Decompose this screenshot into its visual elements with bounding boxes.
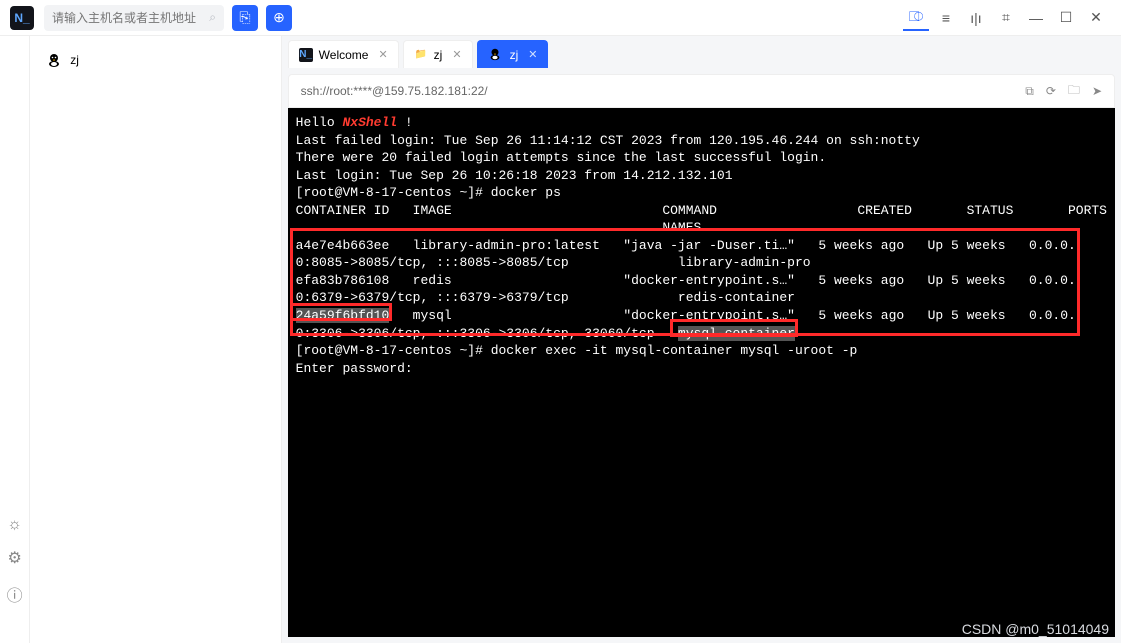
send-icon[interactable]: ➤	[1092, 84, 1102, 98]
host-search-input[interactable]	[52, 11, 209, 25]
host-search[interactable]: ⌕	[44, 5, 224, 31]
nxshell-icon: N_	[299, 48, 313, 62]
window-close-icon[interactable]: ✕	[1083, 5, 1109, 31]
open-folder-icon[interactable]: 🗀	[1068, 81, 1080, 102]
terminal-line: Last failed login: Tue Sep 26 11:14:12 C…	[296, 132, 1107, 150]
terminal-line: [root@VM-8-17-centos ~]# docker exec -it…	[296, 342, 1107, 360]
search-icon: ⌕	[209, 10, 216, 25]
tab-label: zj	[510, 48, 519, 62]
new-session-button[interactable]: ⊕	[266, 5, 292, 31]
settings-icon[interactable]: ⚙	[7, 548, 21, 568]
list-icon[interactable]: ≡	[933, 5, 959, 31]
host-item-label: zj	[70, 53, 79, 67]
topbar: N_ ⌕ ⎘ ⊕ ⎄ ≡ ı|ı ⌗ — ☐ ✕	[0, 0, 1121, 36]
watermark: CSDN @m0_51014049	[962, 621, 1109, 637]
terminal[interactable]: Hello NxShell ! Last failed login: Tue S…	[288, 108, 1115, 637]
folder-icon: 📁	[414, 48, 428, 62]
terminal-line: There were 20 failed login attempts sinc…	[296, 149, 1107, 167]
copy-icon[interactable]: ⧉	[1025, 84, 1034, 99]
app-logo: N_	[10, 6, 34, 30]
tab-zj-folder[interactable]: 📁 zj ✕	[403, 40, 473, 68]
tab-zj-ssh[interactable]: zj ✕	[477, 40, 549, 68]
terminal-line: efa83b786108 redis "docker-entrypoint.s……	[296, 272, 1107, 290]
terminal-line: Hello NxShell !	[296, 114, 1107, 132]
terminal-line: Last login: Tue Sep 26 10:26:18 2023 fro…	[296, 167, 1107, 185]
tab-label: zj	[434, 48, 443, 62]
host-item-zj[interactable]: zj	[44, 48, 266, 72]
terminal-line: [root@VM-8-17-centos ~]# docker ps	[296, 184, 1107, 202]
info-icon[interactable]: ⓘ	[7, 582, 23, 606]
window-maximize-icon[interactable]: ☐	[1053, 5, 1079, 31]
close-icon[interactable]: ✕	[452, 48, 461, 61]
terminal-line: a4e7e4b663ee library-admin-pro:latest "j…	[296, 237, 1107, 255]
folder-open-button[interactable]: ⎘	[232, 5, 258, 31]
terminal-line: Enter password:	[296, 360, 1107, 378]
refresh-icon[interactable]: ⟳	[1046, 84, 1056, 98]
window-minimize-icon[interactable]: —	[1023, 5, 1049, 31]
left-rail: ☼ ⚙ ⓘ	[0, 36, 30, 643]
path-bar: ssh://root:****@159.75.182.181:22/ ⧉ ⟳ 🗀…	[288, 74, 1115, 108]
close-icon[interactable]: ✕	[528, 48, 537, 61]
tab-strip: N_ Welcome ✕ 📁 zj ✕ zj ✕	[282, 36, 1121, 68]
linux-icon	[488, 47, 504, 63]
terminal-line: 0:3306->3306/tcp, :::3306->3306/tcp, 330…	[296, 325, 1107, 343]
grid-icon[interactable]: ⌗	[993, 5, 1019, 31]
linux-icon	[46, 52, 62, 68]
terminal-headers: CONTAINER ID IMAGE COMMAND CREATED STATU…	[296, 202, 1107, 220]
close-icon[interactable]: ✕	[378, 48, 387, 61]
view-split-icon[interactable]: ⎄	[903, 5, 929, 31]
ssh-path: ssh://root:****@159.75.182.181:22/	[301, 84, 488, 98]
terminal-line: 0:8085->8085/tcp, :::8085->8085/tcp libr…	[296, 254, 1107, 272]
terminal-line: 24a59f6bfd10 mysql "docker-entrypoint.s……	[296, 307, 1107, 325]
terminal-headers: NAMES	[296, 219, 1107, 237]
terminal-line: 0:6379->6379/tcp, :::6379->6379/tcp redi…	[296, 289, 1107, 307]
theme-icon[interactable]: ☼	[7, 516, 22, 534]
columns-icon[interactable]: ı|ı	[963, 5, 989, 31]
host-tree: zj	[30, 36, 281, 643]
tab-label: Welcome	[319, 48, 369, 62]
tab-welcome[interactable]: N_ Welcome ✕	[288, 40, 399, 68]
